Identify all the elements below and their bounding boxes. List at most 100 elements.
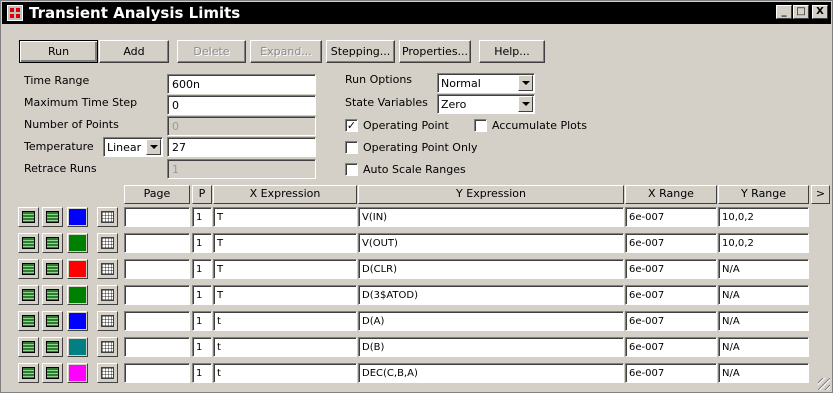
page-cell[interactable] [124,363,190,383]
expand-button[interactable]: Expand... [250,40,322,63]
plot-line-style-icon[interactable] [18,337,39,357]
x-expression-column-header[interactable]: X Expression [213,185,357,204]
page-cell[interactable] [124,285,190,305]
y-expression-cell[interactable]: D(A) [358,311,624,331]
curve-color-swatch[interactable] [67,259,88,279]
p-cell[interactable]: 1 [192,337,212,357]
operating-point-checkbox[interactable]: ✓ [345,119,358,132]
y-range-cell[interactable]: N/A [718,363,809,383]
plot-line-style-icon[interactable] [18,363,39,383]
temperature-input[interactable]: 27 [167,137,316,157]
numeric-output-table-icon[interactable] [97,337,118,357]
numeric-output-table-icon[interactable] [97,311,118,331]
numeric-output-table-icon[interactable] [97,259,118,279]
chevron-down-icon[interactable] [518,75,533,91]
p-cell[interactable]: 1 [192,285,212,305]
plot-line-style-icon[interactable] [18,259,39,279]
x-expression-cell[interactable]: T [213,233,357,253]
run-button[interactable]: Run [19,40,98,63]
help-button[interactable]: Help... [479,40,545,63]
plot-line-style-icon[interactable] [18,207,39,227]
page-cell[interactable] [124,337,190,357]
properties-button[interactable]: Properties... [399,40,471,63]
page-column-header[interactable]: Page [124,185,190,204]
p-cell[interactable]: 1 [192,311,212,331]
y-range-cell[interactable]: 10,0,2 [718,233,809,253]
resize-grip-icon[interactable] [818,378,830,390]
page-cell[interactable] [124,207,190,227]
y-range-cell[interactable]: 10,0,2 [718,207,809,227]
curve-color-swatch[interactable] [67,363,88,383]
y-range-cell[interactable]: N/A [718,337,809,357]
accumulate-plots-checkbox[interactable] [474,119,487,132]
curve-color-swatch[interactable] [67,337,88,357]
x-range-cell[interactable]: 6e-007 [625,311,717,331]
plot-fill-style-icon[interactable] [42,363,63,383]
y-range-cell[interactable]: N/A [718,259,809,279]
y-expression-cell[interactable]: DEC(C,B,A) [358,363,624,383]
curve-color-swatch[interactable] [67,285,88,305]
numeric-output-table-icon[interactable] [97,233,118,253]
p-cell[interactable]: 1 [192,233,212,253]
p-cell[interactable]: 1 [192,363,212,383]
x-expression-cell[interactable]: T [213,259,357,279]
chevron-down-icon[interactable] [146,139,161,155]
plot-line-style-icon[interactable] [18,233,39,253]
x-range-column-header[interactable]: X Range [625,185,717,204]
auto-scale-ranges-checkbox[interactable] [345,163,358,176]
page-cell[interactable] [124,311,190,331]
close-button[interactable]: X [812,5,828,19]
curve-color-swatch[interactable] [67,311,88,331]
plot-fill-style-icon[interactable] [42,337,63,357]
page-cell[interactable] [124,259,190,279]
x-expression-cell[interactable]: T [213,207,357,227]
chevron-down-icon[interactable] [518,96,533,112]
curve-color-swatch[interactable] [67,233,88,253]
p-cell[interactable]: 1 [192,207,212,227]
numeric-output-table-icon[interactable] [97,285,118,305]
plot-line-style-icon[interactable] [18,285,39,305]
max-time-step-input[interactable]: 0 [167,95,316,115]
x-range-cell[interactable]: 6e-007 [625,363,717,383]
operating-point-only-checkbox[interactable] [345,141,358,154]
time-range-input[interactable]: 600n [167,74,316,94]
x-range-cell[interactable]: 6e-007 [625,259,717,279]
number-of-points-input[interactable]: 0 [167,116,316,136]
plot-fill-style-icon[interactable] [42,207,63,227]
p-cell[interactable]: 1 [192,259,212,279]
p-column-header[interactable]: P [192,185,212,204]
state-variables-select[interactable]: Zero [437,94,535,114]
y-expression-cell[interactable]: D(CLR) [358,259,624,279]
y-expression-cell[interactable]: V(OUT) [358,233,624,253]
x-expression-cell[interactable]: t [213,363,357,383]
plot-fill-style-icon[interactable] [42,259,63,279]
y-range-cell[interactable]: N/A [718,285,809,305]
minimize-button[interactable]: _ [776,5,792,19]
x-expression-cell[interactable]: T [213,285,357,305]
plot-fill-style-icon[interactable] [42,285,63,305]
retrace-runs-input[interactable]: 1 [167,159,316,179]
plot-line-style-icon[interactable] [18,311,39,331]
numeric-output-table-icon[interactable] [97,363,118,383]
stepping-button[interactable]: Stepping... [326,40,395,63]
x-range-cell[interactable]: 6e-007 [625,207,717,227]
maximize-button[interactable]: □ [793,5,809,19]
y-expression-cell[interactable]: D(3$ATOD) [358,285,624,305]
plot-fill-style-icon[interactable] [42,233,63,253]
title-bar[interactable]: Transient Analysis Limits _ □ X [2,2,831,24]
temperature-mode-select[interactable]: Linear [103,137,163,157]
page-cell[interactable] [124,233,190,253]
more-columns-button[interactable]: > [811,185,830,204]
y-range-column-header[interactable]: Y Range [718,185,809,204]
y-expression-cell[interactable]: V(IN) [358,207,624,227]
numeric-output-table-icon[interactable] [97,207,118,227]
x-expression-cell[interactable]: t [213,311,357,331]
curve-color-swatch[interactable] [67,207,88,227]
x-range-cell[interactable]: 6e-007 [625,285,717,305]
y-range-cell[interactable]: N/A [718,311,809,331]
plot-fill-style-icon[interactable] [42,311,63,331]
x-range-cell[interactable]: 6e-007 [625,337,717,357]
y-expression-cell[interactable]: D(B) [358,337,624,357]
delete-button[interactable]: Delete [177,40,246,63]
y-expression-column-header[interactable]: Y Expression [358,185,624,204]
